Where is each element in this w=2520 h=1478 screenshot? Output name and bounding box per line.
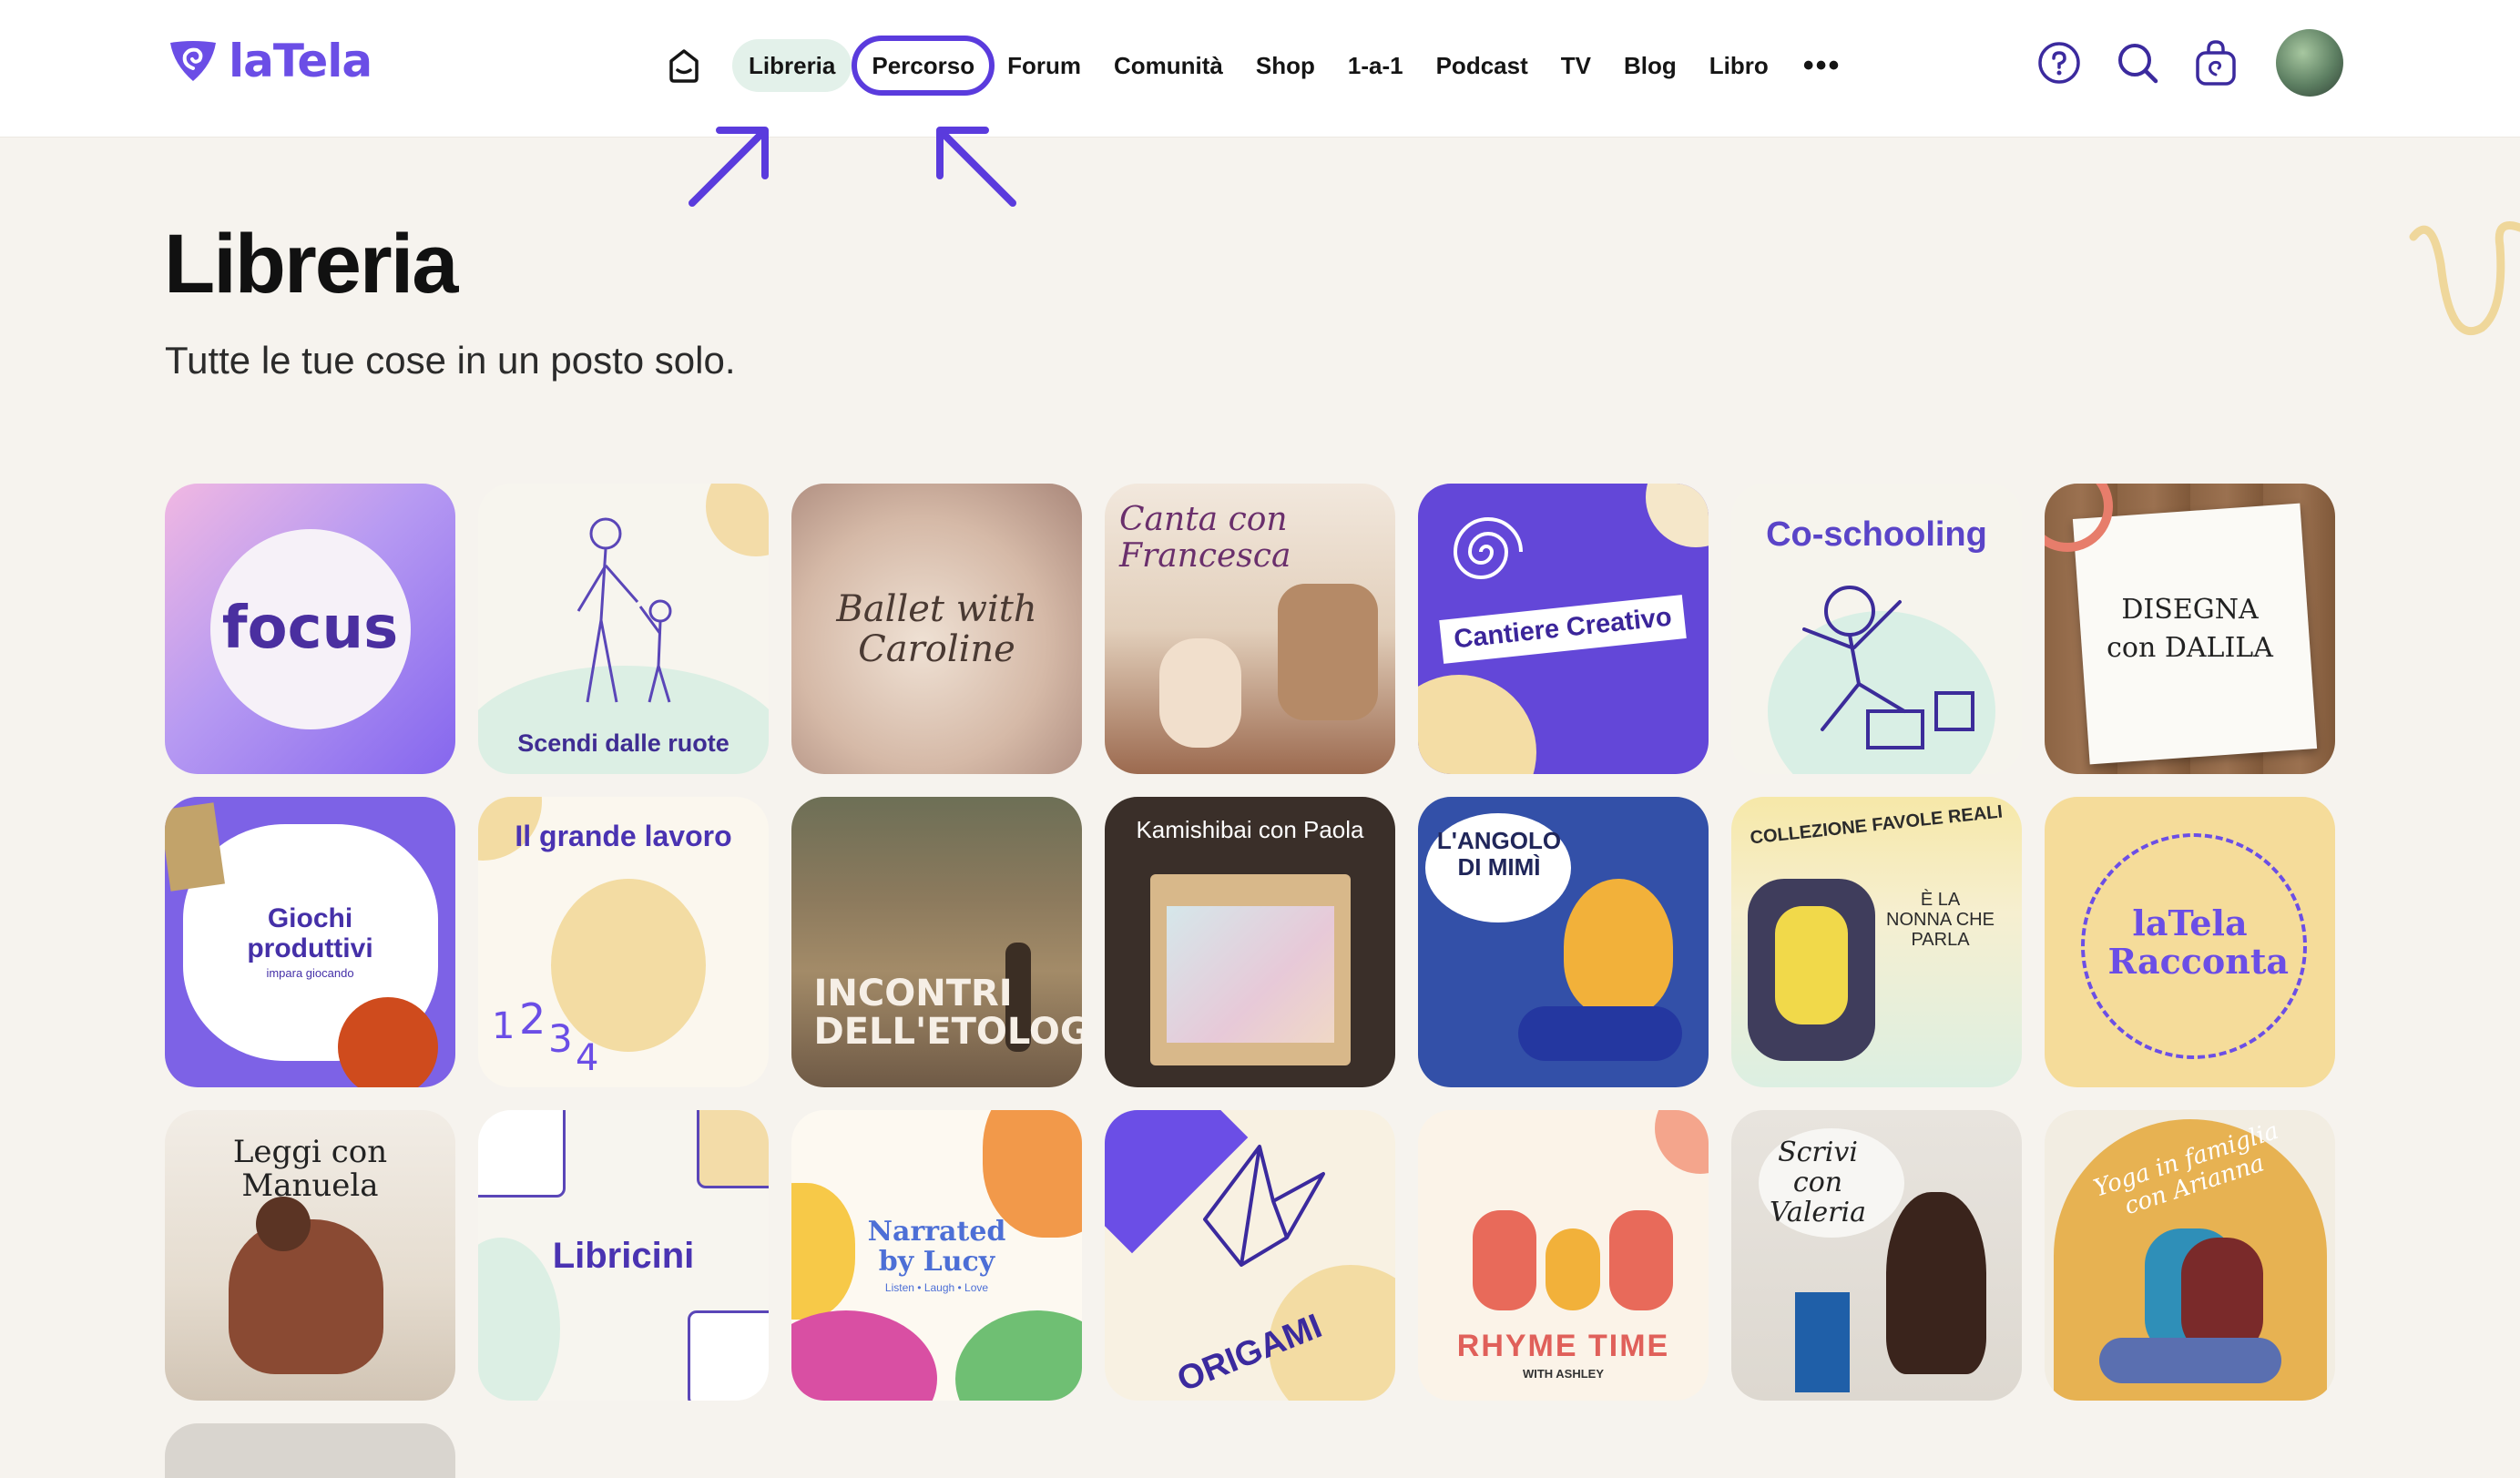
tile-latela-racconta[interactable]: laTela Racconta — [2045, 797, 2335, 1087]
svg-text:1: 1 — [492, 1005, 515, 1047]
home-icon — [669, 49, 699, 83]
tile-partial-next-row[interactable] — [165, 1423, 455, 1478]
page-subtitle: Tutte le tue cose in un posto solo. — [165, 339, 736, 382]
tile-libricini[interactable]: Libricini — [478, 1110, 769, 1401]
tile-racconta-label: laTela Racconta — [2107, 902, 2290, 982]
tile-focus-label: focus — [221, 595, 399, 663]
svg-text:3: 3 — [548, 1016, 573, 1061]
nav-tv[interactable]: TV — [1545, 39, 1607, 92]
tile-libricini-label: Libricini — [552, 1235, 695, 1276]
logo-text: laTela — [229, 35, 372, 87]
tile-yoga-in-famiglia[interactable]: Yoga in famiglia con Arianna — [2045, 1110, 2335, 1401]
tile-kamishibai-label: Kamishibai con Paola — [1136, 816, 1364, 843]
svg-text:2: 2 — [519, 994, 546, 1044]
nav-podcast[interactable]: Podcast — [1420, 39, 1545, 92]
tile-ballet-with-caroline[interactable]: Ballet with Caroline — [791, 484, 1082, 774]
nav-shop[interactable]: Shop — [1240, 39, 1331, 92]
tile-giochi-label: Giochi produttivi — [247, 903, 373, 964]
tile-manuela-label: Leggi con Manuela — [232, 1134, 388, 1205]
child-illustration — [1802, 586, 1974, 749]
top-header: laTela Libreria Percorso Forum Comunità … — [0, 0, 2520, 138]
tile-mimi-label: L'ANGOLO DI MIMÌ — [1436, 827, 1562, 881]
tile-grande-lavoro-label: Il grande lavoro — [515, 820, 732, 852]
nav-comunita[interactable]: Comunità — [1097, 39, 1240, 92]
tile-scrivi-con-valeria[interactable]: Scrivi con Valeria — [1731, 1110, 2022, 1401]
header-actions — [2035, 29, 2343, 97]
nav-percorso[interactable]: Percorso — [852, 36, 995, 96]
tile-dalila-label: DISEGNA con DALILA — [2107, 593, 2273, 664]
bag-button[interactable] — [2192, 39, 2239, 87]
page-title: Libreria — [164, 218, 458, 311]
decorative-squiggle — [2409, 221, 2520, 336]
figures-illustration — [576, 517, 672, 703]
tile-cantiere-creativo[interactable]: Cantiere Creativo — [1418, 484, 1709, 774]
tile-coschooling-label: Co-schooling — [1766, 515, 1987, 554]
tile-canta-con-francesca[interactable]: Canta con Francesca — [1105, 484, 1395, 774]
svg-text:4: 4 — [576, 1037, 598, 1075]
tile-origami[interactable]: ORIGAMI — [1105, 1110, 1395, 1401]
help-icon — [2038, 42, 2080, 84]
bag-icon — [2196, 40, 2236, 86]
tile-il-grande-lavoro[interactable]: 1 2 3 4 Il grande lavoro — [478, 797, 769, 1087]
tile-favole-sublabel: È LA NONNA CHE PARLA — [1886, 890, 1995, 950]
tile-scendi-dalle-ruote[interactable]: Scendi dalle ruote — [478, 484, 769, 774]
tile-collezione-favole-reali[interactable]: COLLEZIONE FAVOLE REALI È LA NONNA CHE P… — [1731, 797, 2022, 1087]
tile-giochi-sublabel: impara giocando — [266, 966, 354, 981]
tile-rhyme-label: RHYME TIME — [1456, 1329, 1670, 1364]
help-button[interactable] — [2035, 39, 2083, 87]
main-nav: Libreria Percorso Forum Comunità Shop 1-… — [663, 35, 1859, 97]
nav-blog[interactable]: Blog — [1607, 39, 1693, 92]
tile-lucy-label: Narrated by Lucy — [867, 1215, 1006, 1278]
tile-favole-label: COLLEZIONE FAVOLE REALI — [1749, 801, 2005, 849]
tile-etologa-label: INCONTRI DELL'ETOLOGA — [813, 973, 1083, 1053]
nav-libro[interactable]: Libro — [1693, 39, 1785, 92]
origami-bird-illustration — [1203, 1145, 1325, 1267]
tile-incontri-etologa[interactable]: INCONTRI DELL'ETOLOGA — [791, 797, 1082, 1087]
nav-libreria[interactable]: Libreria — [732, 39, 852, 92]
home-button[interactable] — [663, 45, 705, 87]
logo-spiral-icon — [170, 41, 216, 81]
user-avatar[interactable] — [2276, 29, 2343, 97]
tile-lucy-sublabel: Listen • Laugh • Love — [884, 1280, 989, 1294]
tile-focus[interactable]: focus — [165, 484, 455, 774]
annotation-arrow-left — [689, 127, 769, 207]
tile-ballet-label: Ballet with Caroline — [836, 587, 1037, 670]
search-button[interactable] — [2114, 39, 2161, 87]
spiral-illustration — [1453, 517, 1523, 579]
search-icon — [2118, 44, 2158, 84]
tile-scendi-label: Scendi dalle ruote — [517, 729, 729, 758]
tile-disegna-con-dalila[interactable]: DISEGNA con DALILA — [2045, 484, 2335, 774]
more-menu-button[interactable]: ••• — [1785, 48, 1860, 84]
tile-co-schooling[interactable]: Co-schooling — [1731, 484, 2022, 774]
tile-rhyme-sublabel: WITH ASHLEY — [1522, 1366, 1605, 1381]
tile-valeria-label: Scrivi con Valeria — [1770, 1137, 1866, 1228]
nav-1-a-1[interactable]: 1-a-1 — [1331, 39, 1420, 92]
tile-kamishibai-con-paola[interactable]: Kamishibai con Paola — [1105, 797, 1395, 1087]
library-grid: focus Scendi dalle ruote Ballet with Car… — [165, 484, 2335, 1401]
tile-canta-label: Canta con Francesca — [1119, 501, 1291, 575]
tile-angolo-di-mimi[interactable]: L'ANGOLO DI MIMÌ — [1418, 797, 1709, 1087]
numbers-illustration: 1 2 3 4 — [492, 994, 598, 1075]
tile-giochi-produttivi[interactable]: Giochi produttivi impara giocando — [165, 797, 455, 1087]
tile-narrated-by-lucy[interactable]: Narrated by Lucy Listen • Laugh • Love — [791, 1110, 1082, 1401]
nav-forum[interactable]: Forum — [991, 39, 1097, 92]
latela-logo[interactable]: laTela — [167, 35, 372, 87]
tile-rhyme-time[interactable]: RHYME TIME WITH ASHLEY — [1418, 1110, 1709, 1401]
tile-leggi-con-manuela[interactable]: Leggi con Manuela — [165, 1110, 455, 1401]
annotation-arrow-right — [936, 127, 1016, 207]
